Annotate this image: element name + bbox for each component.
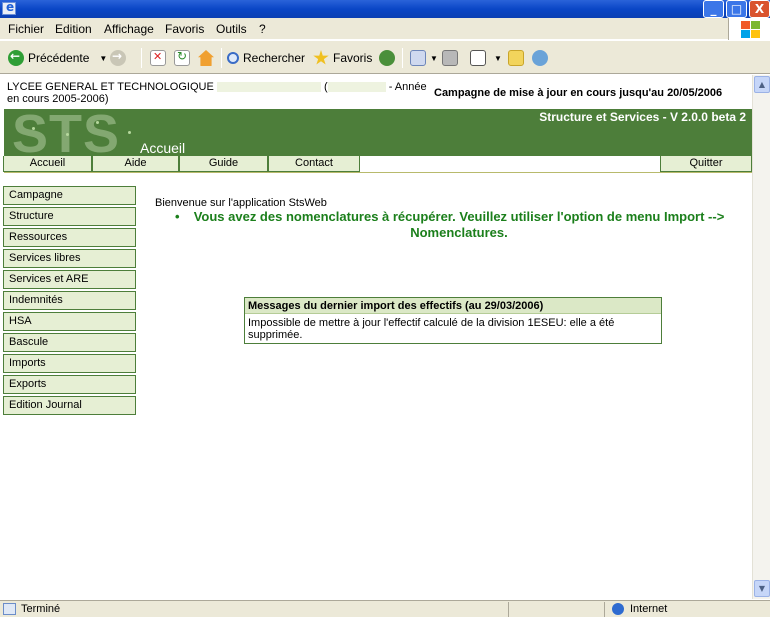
scroll-up-icon[interactable]: ▲ (754, 76, 770, 93)
globe-icon (612, 603, 624, 615)
sidebar-item-indemnites[interactable]: Indemnités (3, 291, 136, 310)
nav-guide[interactable]: Guide (179, 156, 268, 172)
status-bar: Terminé Internet (0, 600, 770, 617)
refresh-icon (174, 49, 190, 66)
notice-text: Vous avez des nomenclatures à récupérer.… (193, 209, 725, 240)
version-label: Structure et Services - V 2.0.0 beta 2 (539, 110, 746, 124)
edit-dropdown-icon: ▼ (494, 53, 502, 63)
home-button[interactable] (198, 48, 218, 68)
folder-button[interactable] (508, 48, 528, 68)
import-messages-body: Impossible de mettre à jour l'effectif c… (248, 317, 615, 341)
nav-quitter[interactable]: Quitter (660, 156, 752, 172)
sidebar-item-bascule[interactable]: Bascule (3, 333, 136, 352)
messenger-button[interactable] (532, 48, 552, 68)
ie-icon (2, 0, 16, 15)
banner-dot (32, 127, 35, 130)
history-icon (379, 50, 395, 66)
stop-button[interactable] (150, 48, 170, 68)
import-messages-box: Messages du dernier import des effectifs… (244, 297, 662, 344)
nav-underline (4, 172, 752, 173)
back-dropdown-icon[interactable]: ▼ (99, 54, 107, 63)
history-button[interactable] (379, 48, 399, 68)
sidebar-item-hsa[interactable]: HSA (3, 312, 136, 331)
nav-accueil[interactable]: Accueil (3, 156, 92, 172)
search-icon (227, 52, 239, 64)
edit-button[interactable]: ▼ (470, 48, 502, 68)
toolbar-separator (402, 48, 403, 68)
menu-bar: Fichier Edition Affichage Favoris Outils… (0, 18, 770, 40)
status-divider (604, 602, 605, 617)
refresh-button[interactable] (174, 48, 194, 68)
forward-button[interactable] (110, 48, 130, 68)
mail-dropdown-icon: ▼ (430, 53, 438, 63)
maximize-button[interactable]: □ (726, 0, 747, 18)
menu-favoris[interactable]: Favoris (165, 22, 204, 36)
search-button[interactable]: Rechercher (227, 48, 305, 68)
toolbar: Précédente ▼ Rechercher Favoris ▼ ▼ (0, 41, 770, 74)
vertical-scrollbar[interactable]: ▲ ▼ (752, 75, 770, 599)
status-text: Terminé (21, 603, 61, 615)
back-arrow-icon (8, 49, 24, 66)
sidebar-item-exports[interactable]: Exports (3, 375, 136, 394)
mail-button[interactable]: ▼ (410, 48, 438, 68)
mail-icon (410, 50, 426, 66)
notice-bullet: • (175, 209, 180, 224)
sidebar-item-imports[interactable]: Imports (3, 354, 136, 373)
minimize-button[interactable]: _ (703, 0, 724, 18)
sts-banner: STS Structure et Services - V 2.0.0 beta… (4, 109, 752, 156)
menu-help[interactable]: ? (259, 22, 266, 36)
star-icon (313, 50, 329, 65)
stop-icon (150, 50, 166, 66)
print-button[interactable] (442, 48, 462, 68)
nomenclature-notice: • Vous avez des nomenclatures à récupére… (170, 209, 748, 241)
sidebar-item-ressources[interactable]: Ressources (3, 228, 136, 247)
close-button[interactable]: X (749, 0, 770, 18)
page-icon (3, 603, 16, 615)
school-info: LYCEE GENERAL ET TECHNOLOGIQUE ( - Année… (7, 81, 427, 105)
sidebar-item-services-are[interactable]: Services et ARE (3, 270, 136, 289)
menu-outils[interactable]: Outils (216, 22, 247, 36)
nav-contact[interactable]: Contact (268, 156, 360, 172)
sidebar-item-services-libres[interactable]: Services libres (3, 249, 136, 268)
redacted-school-name (216, 82, 321, 93)
menu-affichage[interactable]: Affichage (104, 22, 154, 36)
sidebar-item-structure[interactable]: Structure (3, 207, 136, 226)
sidebar-item-edition-journal[interactable]: Edition Journal (3, 396, 136, 415)
forward-arrow-icon (110, 49, 126, 66)
menu-fichier[interactable]: Fichier (8, 22, 44, 36)
scroll-down-icon[interactable]: ▼ (754, 580, 770, 597)
toolbar-separator (221, 48, 222, 68)
banner-dot (128, 131, 131, 134)
toolbar-separator (141, 48, 142, 68)
redacted-code (327, 82, 386, 93)
zone-text: Internet (630, 603, 668, 615)
menu-edition[interactable]: Edition (55, 22, 92, 36)
import-messages-title: Messages du dernier import des effectifs… (245, 298, 661, 314)
status-divider (508, 602, 509, 617)
title-bar: _ □ X (0, 0, 770, 18)
home-icon (198, 50, 214, 66)
back-button[interactable]: Précédente ▼ (8, 48, 107, 68)
favorites-button[interactable]: Favoris (313, 48, 372, 68)
edit-icon (470, 50, 486, 66)
print-icon (442, 50, 458, 66)
messenger-icon (532, 50, 548, 66)
windows-logo-icon (728, 18, 770, 40)
banner-dot (96, 121, 99, 124)
welcome-text: Bienvenue sur l'application StsWeb (155, 197, 327, 209)
folder-icon (508, 50, 524, 66)
nav-aide[interactable]: Aide (92, 156, 179, 172)
page-title: Accueil (140, 140, 186, 156)
page-viewport: LYCEE GENERAL ET TECHNOLOGIQUE ( - Année… (0, 75, 752, 599)
banner-dot (66, 133, 69, 136)
sidebar-item-campagne[interactable]: Campagne (3, 186, 136, 205)
campaign-text: Campagne de mise à jour en cours jusqu'a… (434, 87, 723, 99)
